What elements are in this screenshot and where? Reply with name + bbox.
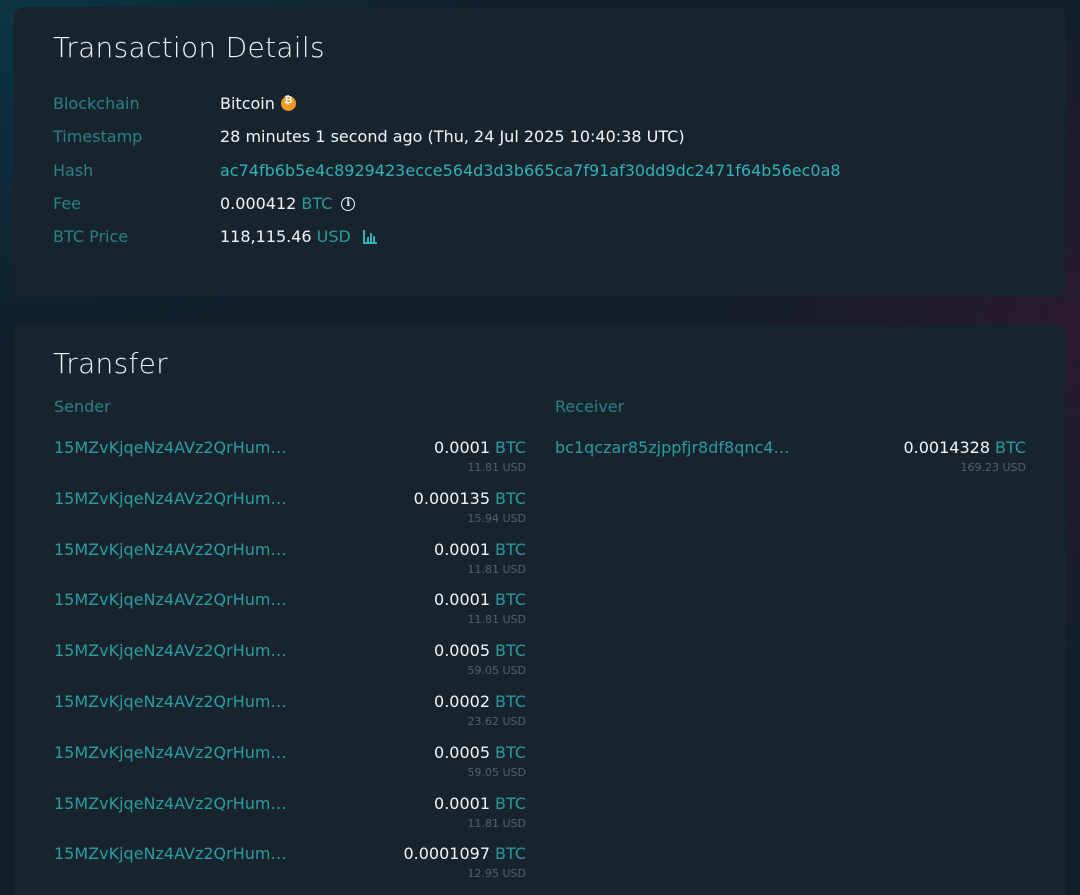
btc-price-value: 118,115.46 bbox=[220, 227, 312, 246]
receiver-address-link[interactable]: bc1qczar85zjppfjr8df8qnc4xyz bbox=[555, 438, 791, 457]
sender-address-link[interactable]: 15MZvKjqeNz4AVz2QrHumdV8 bbox=[54, 438, 290, 457]
sender-row: 15MZvKjqeNz4AVz2QrHumdV8 0.0001 BTC 11.81 U… bbox=[54, 540, 526, 584]
sender-address-link[interactable]: 15MZvKjqeNz4AVz2QrHumdV8 bbox=[54, 743, 290, 762]
fee-value: 0.000412 bbox=[220, 194, 297, 213]
sender-amount: 0.0002 BTC bbox=[434, 692, 526, 711]
info-icon[interactable]: i bbox=[341, 196, 356, 211]
detail-row-hash: Hash ac74fb6b5e4c8929423ecce564d3d3b665c… bbox=[53, 161, 1053, 185]
fee-unit: BTC bbox=[301, 194, 333, 213]
transfer-card: Transfer Sender Receiver 15MZvKjqeNz4AVz… bbox=[14, 324, 1066, 895]
receiver-heading: Receiver bbox=[555, 397, 625, 416]
sender-amount: 0.0001 BTC bbox=[434, 794, 526, 813]
sender-amount: 0.0005 BTC bbox=[434, 641, 526, 660]
sender-amount-value: 0.0001 bbox=[434, 438, 491, 457]
sender-row: 15MZvKjqeNz4AVz2QrHumdV8 0.000135 BTC 15.94… bbox=[54, 489, 526, 533]
transfer-title: Transfer bbox=[53, 347, 168, 380]
sender-amount-unit: BTC bbox=[495, 641, 526, 661]
detail-row-fee: Fee 0.000412 BTC i bbox=[53, 194, 1053, 218]
detail-row-blockchain: Blockchain Bitcoin bbox=[53, 94, 1053, 118]
receiver-row: bc1qczar85zjppfjr8df8qnc4xyz 0.0014328 BTC… bbox=[555, 438, 1026, 482]
receiver-amount-value: 0.0014328 bbox=[903, 438, 991, 457]
sender-row: 15MZvKjqeNz4AVz2QrHumdV8 0.0001097 BTC 12.9… bbox=[54, 844, 526, 888]
sender-usd-value: 23.62 USD bbox=[467, 715, 527, 728]
sender-usd-value: 11.81 USD bbox=[467, 461, 527, 474]
receiver-amount-unit: BTC bbox=[995, 438, 1026, 457]
receiver-usd-value: 169.23 USD bbox=[960, 461, 1027, 474]
blockchain-value-wrap: Bitcoin bbox=[220, 94, 296, 113]
hash-label: Hash bbox=[53, 161, 94, 180]
blockchain-label: Blockchain bbox=[53, 94, 140, 113]
sender-usd-value: 59.05 USD bbox=[467, 765, 527, 779]
sender-address-link[interactable]: 15MZvKjqeNz4AVz2QrHumdV8 bbox=[54, 489, 290, 508]
sender-usd-value: 59.05 USD bbox=[467, 664, 527, 678]
sender-usd-value: 11.81 USD bbox=[467, 816, 527, 830]
sender-amount-unit: BTC bbox=[495, 539, 526, 559]
sender-amount-value: 0.0002 bbox=[434, 692, 491, 711]
sender-amount: 0.0005 BTC bbox=[434, 743, 526, 762]
sender-amount-value: 0.000135 bbox=[413, 488, 491, 508]
sender-usd-value: 11.81 USD bbox=[467, 562, 527, 576]
sender-amount-value: 0.0005 bbox=[434, 641, 491, 661]
sender-usd-value: 11.81 USD bbox=[467, 613, 527, 627]
sender-amount-unit: BTC bbox=[495, 488, 526, 508]
sender-amount: 0.0001 BTC bbox=[434, 540, 526, 559]
fee-label: Fee bbox=[53, 194, 82, 213]
sender-amount-value: 0.0005 bbox=[434, 742, 491, 762]
sender-row: 15MZvKjqeNz4AVz2QrHumdV8 0.0005 BTC 59.05 U… bbox=[54, 743, 526, 787]
sender-amount: 0.000135 BTC bbox=[414, 489, 526, 508]
sender-heading: Sender bbox=[54, 397, 111, 416]
sender-address-link[interactable]: 15MZvKjqeNz4AVz2QrHumdV8 bbox=[54, 692, 290, 711]
timestamp-value: 28 minutes 1 second ago (Thu, 24 Jul 202… bbox=[220, 127, 685, 146]
sender-amount: 0.0001 BTC bbox=[434, 438, 526, 457]
sender-amount: 0.0001097 BTC bbox=[403, 844, 526, 863]
sender-row: 15MZvKjqeNz4AVz2QrHumdV8 0.0001 BTC 11.81 U… bbox=[54, 438, 526, 482]
sender-amount: 0.0001 BTC bbox=[434, 590, 526, 609]
sender-address-link[interactable]: 15MZvKjqeNz4AVz2QrHumdV8 bbox=[54, 641, 290, 660]
transaction-details-card: Transaction Details Blockchain Bitcoin T… bbox=[14, 7, 1066, 296]
sender-address-link[interactable]: 15MZvKjqeNz4AVz2QrHumdV8 bbox=[54, 540, 290, 559]
sender-amount-unit: BTC bbox=[495, 590, 526, 610]
sender-usd-value: 15.94 USD bbox=[467, 511, 527, 525]
transaction-details-title: Transaction Details bbox=[53, 31, 325, 64]
blockchain-value: Bitcoin bbox=[220, 94, 275, 113]
sender-address-link[interactable]: 15MZvKjqeNz4AVz2QrHumdV8 bbox=[54, 590, 290, 609]
sender-usd-value: 12.95 USD bbox=[467, 867, 527, 881]
timestamp-label: Timestamp bbox=[53, 127, 143, 146]
sender-amount-unit: BTC bbox=[495, 844, 526, 864]
detail-row-timestamp: Timestamp 28 minutes 1 second ago (Thu, … bbox=[53, 127, 1053, 151]
sender-amount-unit: BTC bbox=[495, 793, 526, 813]
btc-price-value-wrap: 118,115.46 USD bbox=[220, 227, 377, 246]
sender-amount-unit: BTC bbox=[495, 692, 526, 711]
sender-row: 15MZvKjqeNz4AVz2QrHumdV8 0.0002 BTC 23.62 U… bbox=[54, 692, 526, 736]
btc-price-unit: USD bbox=[316, 227, 351, 246]
sender-amount-unit: BTC bbox=[495, 742, 526, 762]
bitcoin-coin-icon bbox=[280, 95, 296, 111]
sender-amount-value: 0.0001 bbox=[434, 793, 491, 813]
sender-row: 15MZvKjqeNz4AVz2QrHumdV8 0.0001 BTC 11.81 U… bbox=[54, 590, 526, 634]
sender-row: 15MZvKjqeNz4AVz2QrHumdV8 0.0005 BTC 59.05 U… bbox=[54, 641, 526, 685]
receiver-amount: 0.0014328 BTC bbox=[903, 438, 1026, 457]
sender-amount-value: 0.0001 bbox=[434, 539, 491, 559]
hash-link[interactable]: ac74fb6b5e4c8929423ecce564d3d3b665ca7f91… bbox=[220, 161, 841, 180]
sender-amount-value: 0.0001 bbox=[434, 590, 491, 610]
sender-row: 15MZvKjqeNz4AVz2QrHumdV8 0.0001 BTC 11.81 U… bbox=[54, 794, 526, 838]
sender-address-link[interactable]: 15MZvKjqeNz4AVz2QrHumdV8 bbox=[54, 794, 290, 813]
fee-value-wrap: 0.000412 BTC i bbox=[220, 194, 356, 213]
detail-row-btc-price: BTC Price 118,115.46 USD bbox=[53, 227, 1053, 251]
sender-amount-unit: BTC bbox=[495, 438, 526, 457]
btc-price-label: BTC Price bbox=[53, 227, 129, 246]
bar-chart-icon[interactable] bbox=[362, 229, 377, 244]
sender-amount-value: 0.0001097 bbox=[403, 844, 491, 864]
sender-address-link[interactable]: 15MZvKjqeNz4AVz2QrHumdV8 bbox=[54, 844, 290, 863]
